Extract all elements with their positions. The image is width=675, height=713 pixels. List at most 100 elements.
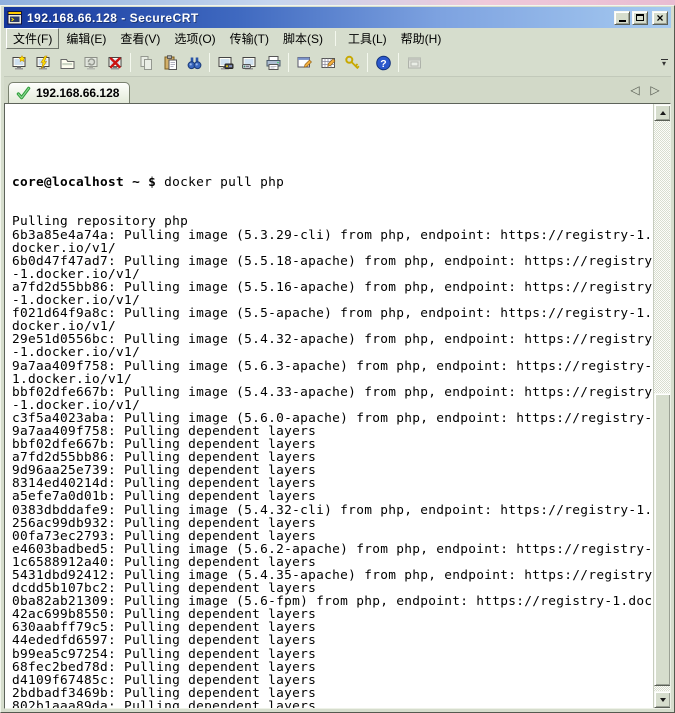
app-window-button[interactable] bbox=[402, 51, 426, 74]
terminal-line: bbf02dfe667b: Pulling image (5.4.33-apac… bbox=[12, 386, 653, 399]
arrow-up-icon bbox=[660, 111, 666, 115]
key-icon bbox=[344, 55, 361, 71]
tabbar: 192.168.66.128 ◁ ▷ bbox=[4, 77, 671, 103]
receive-file-button[interactable] bbox=[237, 51, 261, 74]
terminal-line: a5efe7a0d01b: Pulling dependent layers bbox=[12, 490, 653, 503]
titlebar[interactable]: 192.168.66.128 - SecureCRT × bbox=[4, 7, 671, 28]
menu-item-tools[interactable]: 工具(L) bbox=[341, 28, 394, 49]
scroll-down-button[interactable] bbox=[654, 691, 671, 708]
connect-in-tab-icon bbox=[59, 55, 76, 71]
menu-item-options[interactable]: 选项(O) bbox=[167, 28, 222, 49]
disconnect-button[interactable] bbox=[103, 51, 127, 74]
minimize-button[interactable] bbox=[614, 11, 630, 25]
menu-item-view[interactable]: 查看(V) bbox=[113, 28, 167, 49]
paste-button[interactable] bbox=[158, 51, 182, 74]
receive-file-icon bbox=[241, 55, 258, 71]
tab-scroll-left-button[interactable]: ◁ bbox=[627, 82, 643, 98]
copy-icon bbox=[138, 55, 155, 71]
terminal-scrollbar[interactable] bbox=[653, 104, 670, 708]
terminal-line: 256ac99db932: Pulling dependent layers bbox=[12, 517, 653, 530]
quick-connect-button[interactable] bbox=[31, 51, 55, 74]
terminal-line: 44ededfd6597: Pulling dependent layers bbox=[12, 634, 653, 647]
paste-icon bbox=[162, 55, 179, 71]
toolbar-overflow-button[interactable]: ▾ bbox=[658, 55, 670, 69]
copy-button[interactable] bbox=[134, 51, 158, 74]
terminal-line: -1.docker.io/v1/ bbox=[12, 346, 653, 359]
menu-item-script[interactable]: 脚本(S) bbox=[276, 28, 330, 49]
menu-item-transfer[interactable]: 传输(T) bbox=[223, 28, 276, 49]
toolbar: ?▾ bbox=[4, 49, 671, 77]
terminal-line: Pulling repository php bbox=[12, 215, 653, 228]
find-icon bbox=[186, 55, 203, 71]
session-tab-label: 192.168.66.128 bbox=[36, 86, 119, 100]
toolbar-separator bbox=[398, 53, 399, 72]
key-button[interactable] bbox=[340, 51, 364, 74]
shell-command: docker pull php bbox=[164, 175, 284, 190]
terminal-line: docker.io/v1/ bbox=[12, 242, 653, 255]
tab-scroll-right-button[interactable]: ▷ bbox=[647, 82, 663, 98]
app-window-icon bbox=[406, 55, 423, 71]
shell-prompt: core@localhost ~ $ bbox=[12, 175, 164, 190]
help-button[interactable]: ? bbox=[371, 51, 395, 74]
toolbar-separator bbox=[130, 53, 131, 72]
maximize-icon bbox=[636, 14, 644, 21]
reconnect-icon bbox=[83, 55, 100, 71]
print-icon bbox=[265, 55, 282, 71]
terminal-line: -1.docker.io/v1/ bbox=[12, 268, 653, 281]
toolbar-separator bbox=[367, 53, 368, 72]
prompt-line: core@localhost ~ $ docker pull php bbox=[12, 176, 653, 189]
session-options-icon bbox=[296, 55, 313, 71]
menu-item-file[interactable]: 文件(F) bbox=[6, 28, 59, 49]
terminal-line: c3f5a4023aba: Pulling image (5.6.0-apach… bbox=[12, 412, 653, 425]
menu-item-edit[interactable]: 编辑(E) bbox=[59, 28, 113, 49]
terminal-line: 1.docker.io/v1/ bbox=[12, 373, 653, 386]
terminal-output: core@localhost ~ $ docker pull php Pulli… bbox=[5, 104, 653, 708]
terminal-line: b99ea5c97254: Pulling dependent layers bbox=[12, 648, 653, 661]
toolbar-separator bbox=[288, 53, 289, 72]
terminal-line: d4109f67485c: Pulling dependent layers bbox=[12, 674, 653, 687]
find-button[interactable] bbox=[182, 51, 206, 74]
terminal-line: 802b1aaa89da: Pulling dependent layers bbox=[12, 700, 653, 708]
terminal-line: 6b0d47f47ad7: Pulling image (5.5.18-apac… bbox=[12, 255, 653, 268]
svg-text:?: ? bbox=[380, 58, 386, 70]
terminal-line: 9a7aa409f758: Pulling image (5.6.3-apach… bbox=[12, 360, 653, 373]
securecrt-app-icon bbox=[7, 10, 23, 26]
menubar: 文件(F)编辑(E)查看(V)选项(O)传输(T)脚本(S) 工具(L)帮助(H) bbox=[4, 28, 671, 49]
window-title: 192.168.66.128 - SecureCRT bbox=[27, 11, 199, 25]
file-transfer-button[interactable] bbox=[213, 51, 237, 74]
scroll-up-button[interactable] bbox=[654, 104, 671, 121]
terminal-line: 68fec2bed78d: Pulling dependent layers bbox=[12, 661, 653, 674]
new-session-button[interactable] bbox=[7, 51, 31, 74]
disconnect-icon bbox=[107, 55, 124, 71]
print-button[interactable] bbox=[261, 51, 285, 74]
new-session-icon bbox=[11, 55, 28, 71]
session-options-button[interactable] bbox=[292, 51, 316, 74]
menu-separator bbox=[335, 31, 336, 46]
terminal[interactable]: core@localhost ~ $ docker pull php Pulli… bbox=[4, 103, 671, 709]
tab-nav: ◁ ▷ bbox=[627, 82, 663, 98]
close-icon: × bbox=[656, 13, 663, 23]
minimize-icon bbox=[619, 20, 626, 22]
terminal-line: 0383dbddafe9: Pulling image (5.4.32-cli)… bbox=[12, 504, 653, 517]
terminal-line: 00fa73ec2793: Pulling dependent layers bbox=[12, 530, 653, 543]
terminal-line: e4603badbed5: Pulling image (5.6.2-apach… bbox=[12, 543, 653, 556]
reconnect-button[interactable] bbox=[79, 51, 103, 74]
terminal-line: -1.docker.io/v1/ bbox=[12, 399, 653, 412]
file-transfer-icon bbox=[217, 55, 234, 71]
help-icon: ? bbox=[375, 55, 392, 71]
overflow-bar-icon bbox=[661, 59, 668, 60]
securecrt-window: 192.168.66.128 - SecureCRT × 文件(F)编辑(E)查… bbox=[0, 5, 675, 713]
terminal-line: 2bdbadf3469b: Pulling dependent layers bbox=[12, 687, 653, 700]
arrow-down-icon bbox=[660, 698, 666, 702]
maximize-button[interactable] bbox=[632, 11, 648, 25]
menu-item-help[interactable]: 帮助(H) bbox=[394, 28, 449, 49]
connect-in-tab-button[interactable] bbox=[55, 51, 79, 74]
terminal-line: 6b3a85e4a74a: Pulling image (5.3.29-cli)… bbox=[12, 229, 653, 242]
global-options-button[interactable] bbox=[316, 51, 340, 74]
close-button[interactable]: × bbox=[652, 11, 668, 25]
quick-connect-icon bbox=[35, 55, 52, 71]
scrollbar-thumb[interactable] bbox=[654, 393, 671, 686]
session-tab[interactable]: 192.168.66.128 bbox=[8, 82, 130, 103]
toolbar-separator bbox=[209, 53, 210, 72]
connected-check-icon bbox=[16, 86, 31, 101]
